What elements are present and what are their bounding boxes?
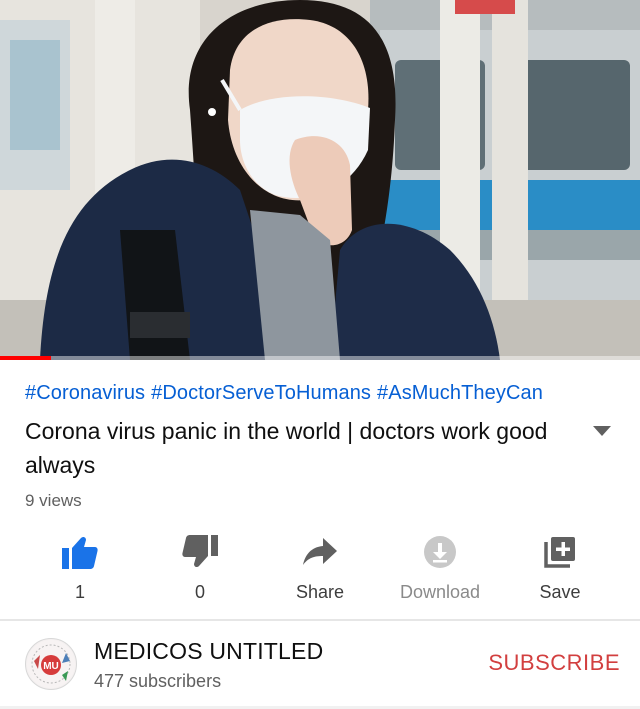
chevron-down-icon — [593, 426, 611, 436]
download-button[interactable]: Download — [380, 528, 500, 608]
view-count: 9 views — [25, 491, 82, 510]
action-bar: 1 0 Share Download Save — [20, 528, 620, 608]
hashtag-link[interactable]: #Coronavirus — [25, 382, 145, 404]
channel-logo: MU — [27, 640, 75, 688]
expand-description-button[interactable] — [592, 424, 612, 438]
hashtag-link[interactable]: #AsMuchTheyCan — [377, 382, 543, 404]
share-button[interactable]: Share — [260, 528, 380, 608]
video-title[interactable]: Corona virus panic in the world | doctor… — [25, 414, 565, 482]
like-count: 1 — [74, 582, 85, 602]
save-button[interactable]: Save — [500, 528, 620, 608]
dislike-button[interactable]: 0 — [140, 528, 260, 608]
channel-logo-text: MU — [43, 661, 59, 672]
subscribe-button[interactable]: SUBSCRIBE — [480, 650, 620, 676]
share-label: Share — [295, 582, 345, 602]
video-thumbnail — [0, 0, 640, 360]
playlist-add-icon — [540, 532, 580, 572]
channel-name[interactable]: MEDICOS UNTITLED — [94, 638, 323, 665]
save-label: Save — [539, 582, 581, 602]
dislike-count: 0 — [194, 582, 205, 602]
thumbs-up-icon — [60, 532, 100, 572]
divider — [0, 619, 640, 621]
video-progress-bar[interactable] — [0, 356, 640, 360]
hashtag-row: #Coronavirus #DoctorServeToHumans #AsMuchT… — [25, 382, 549, 405]
like-button[interactable]: 1 — [20, 528, 140, 608]
download-label: Download — [399, 582, 481, 602]
subscriber-count: 477 subscribers — [94, 671, 222, 691]
video-player[interactable] — [0, 0, 640, 360]
hashtag-link[interactable]: #DoctorServeToHumans — [151, 382, 371, 404]
video-progress-fill — [0, 356, 52, 360]
thumbs-down-icon — [180, 532, 220, 572]
download-icon — [420, 532, 460, 572]
share-arrow-icon — [300, 532, 340, 572]
channel-avatar[interactable]: MU — [25, 638, 77, 690]
